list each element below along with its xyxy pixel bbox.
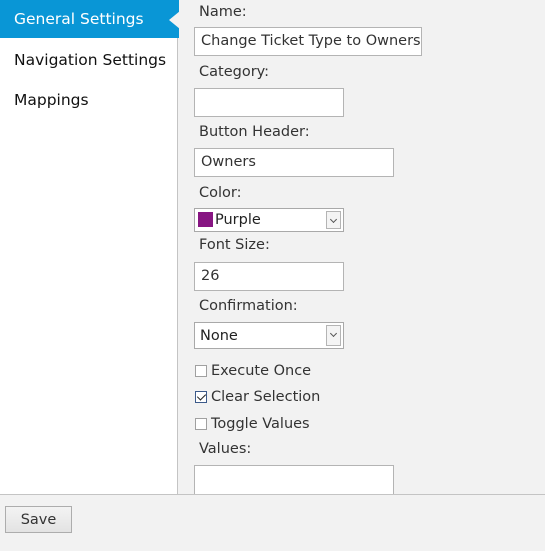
sidebar-item-label: General Settings [14,10,144,28]
execute-once-checkbox[interactable] [195,365,207,377]
settings-sidebar: General Settings Navigation Settings Map… [0,0,180,494]
values-input[interactable] [194,465,394,494]
sidebar-item-navigation-settings[interactable]: Navigation Settings [0,41,180,79]
confirmation-select-value: None [200,328,238,344]
toggle-values-label: Toggle Values [211,416,310,432]
name-label: Name: [199,4,247,20]
button-header-label: Button Header: [199,124,310,140]
confirmation-label: Confirmation: [199,298,298,314]
save-button[interactable]: Save [5,506,72,533]
sidebar-item-label: Mappings [14,91,89,109]
color-select[interactable]: Purple [194,208,344,232]
confirmation-select[interactable]: None [194,322,344,349]
sidebar-item-mappings[interactable]: Mappings [0,81,180,119]
font-size-label: Font Size: [199,237,270,253]
footer-bar: Save [0,494,545,551]
chevron-down-icon[interactable] [326,325,341,346]
clear-selection-label: Clear Selection [211,389,321,405]
sidebar-item-label: Navigation Settings [14,51,167,69]
category-label: Category: [199,64,270,80]
clear-selection-checkbox[interactable] [195,391,207,403]
name-input[interactable]: Change Ticket Type to Owners [194,27,422,56]
color-swatch [198,212,213,227]
toggle-values-checkbox[interactable] [195,418,207,430]
color-label: Color: [199,185,242,201]
color-select-value: Purple [215,212,261,228]
font-size-input[interactable]: 26 [194,262,344,291]
button-header-input[interactable]: Owners [194,148,394,177]
chevron-down-icon[interactable] [326,211,341,229]
values-label: Values: [199,441,252,457]
general-settings-panel: Name: Change Ticket Type to Owners Categ… [179,0,545,494]
execute-once-label: Execute Once [211,363,312,379]
sidebar-item-general-settings[interactable]: General Settings [0,0,180,38]
category-input[interactable] [194,88,344,117]
